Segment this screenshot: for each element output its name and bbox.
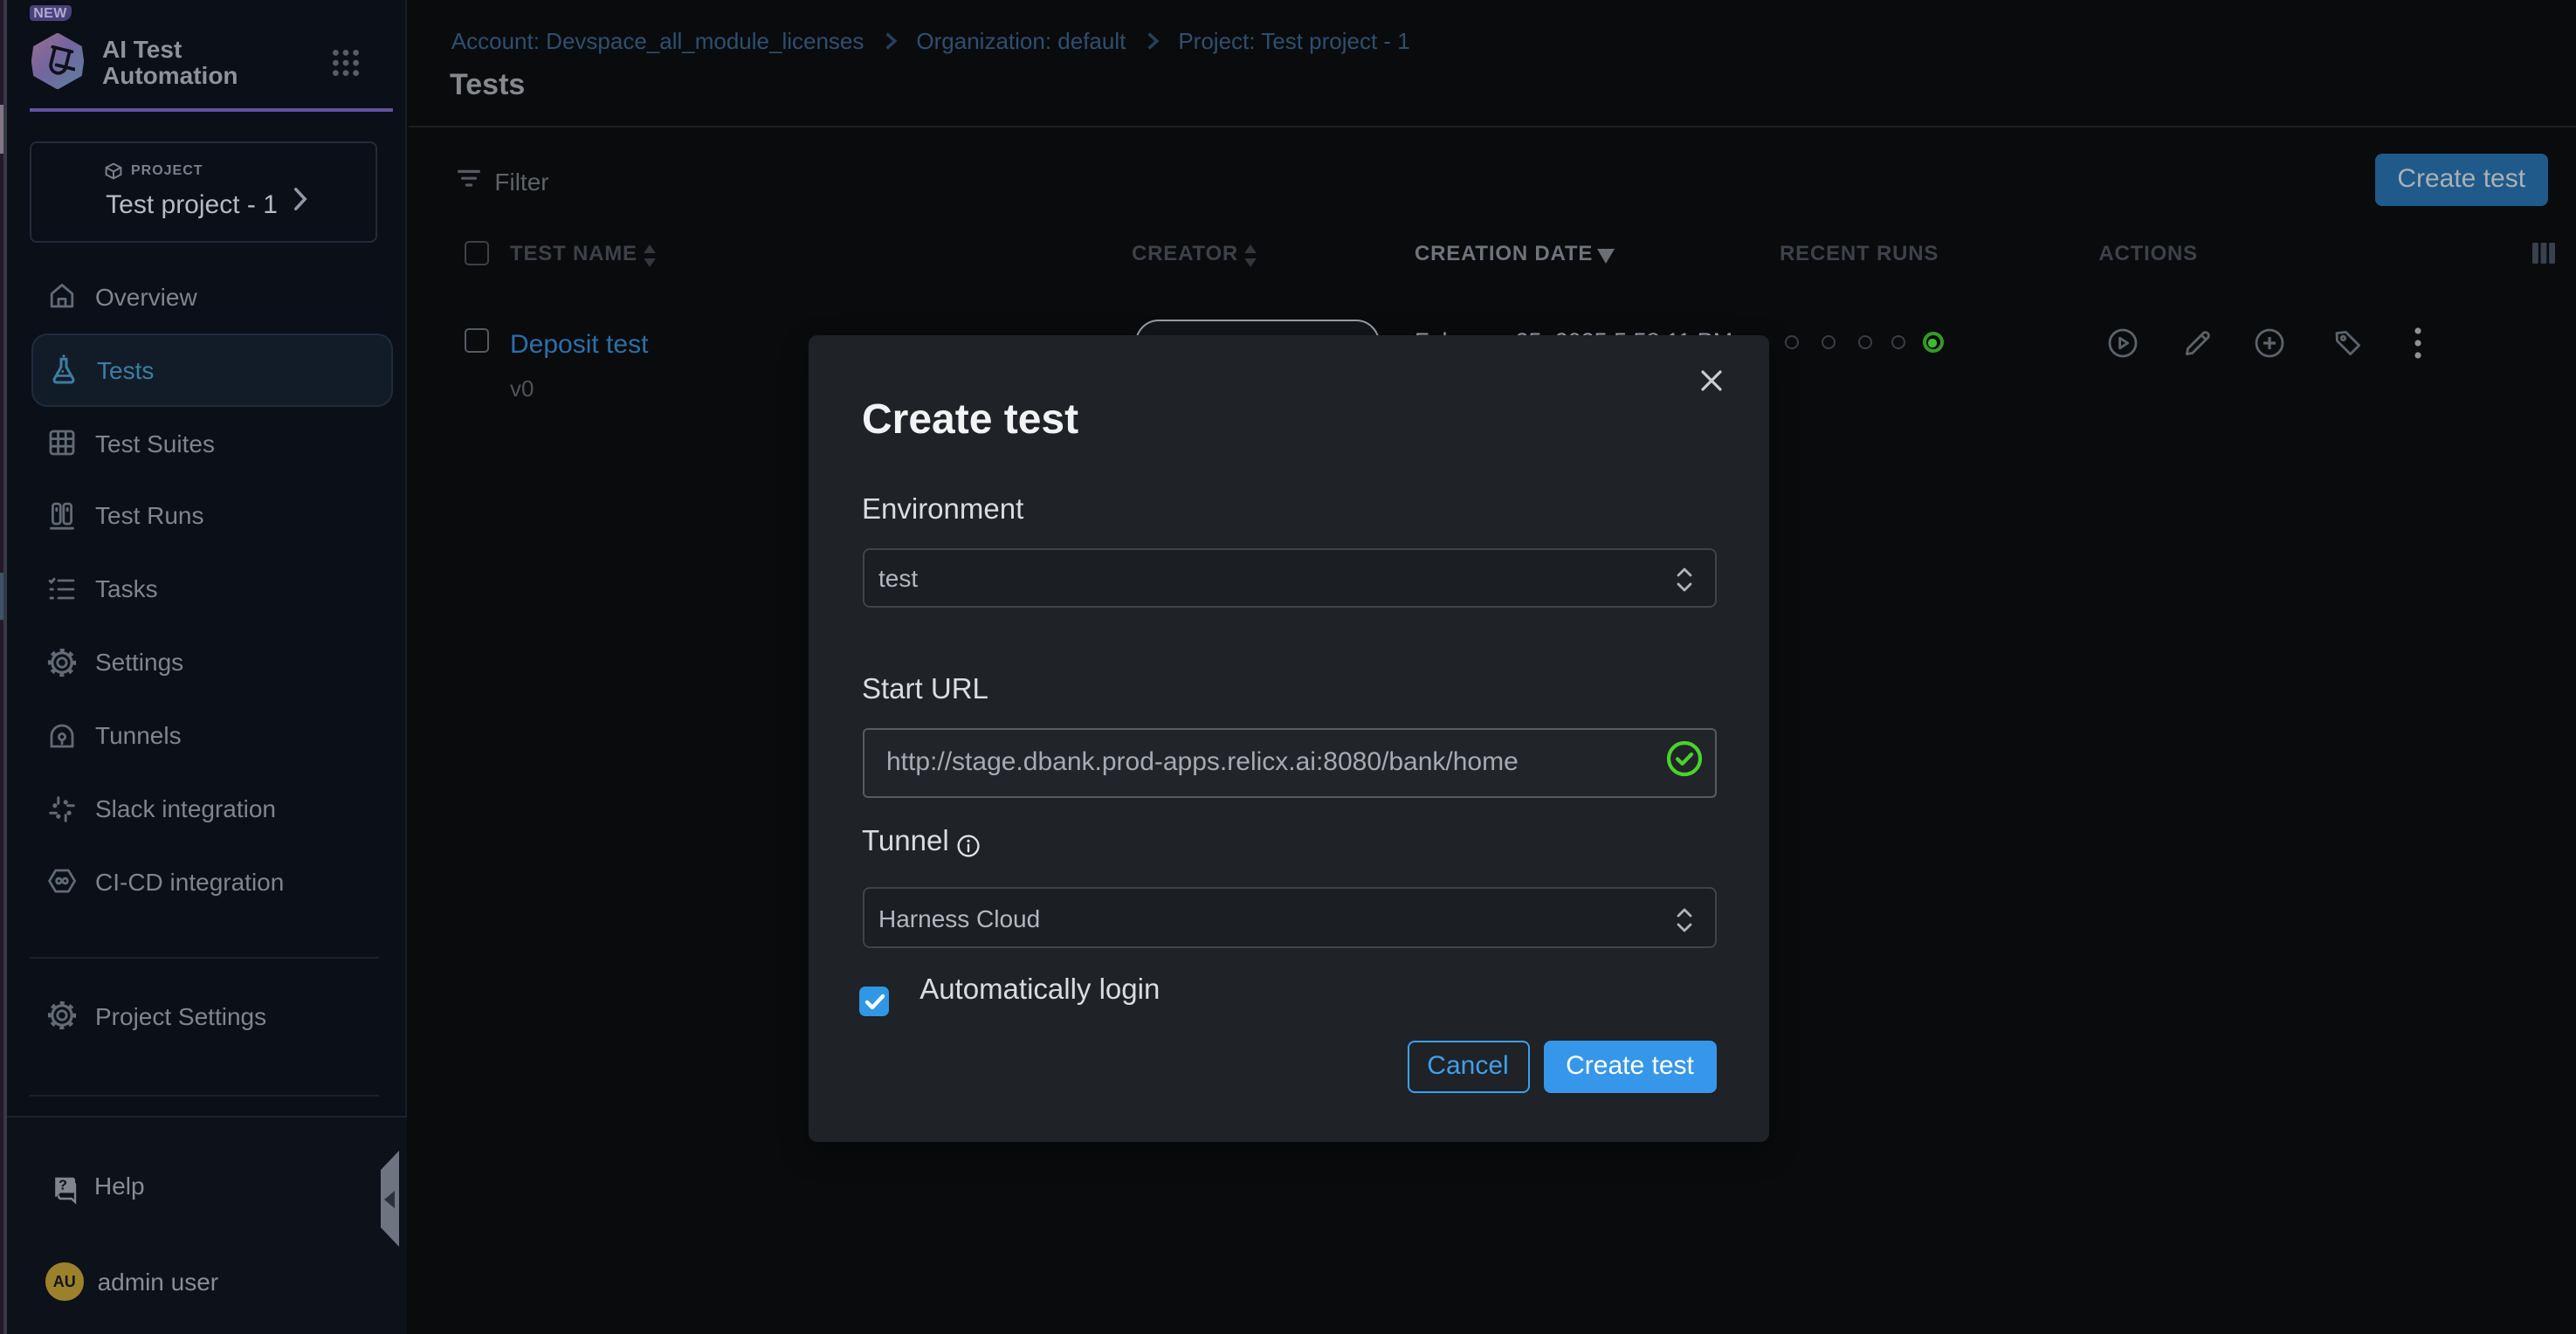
svg-text:?: ? — [59, 1178, 67, 1193]
